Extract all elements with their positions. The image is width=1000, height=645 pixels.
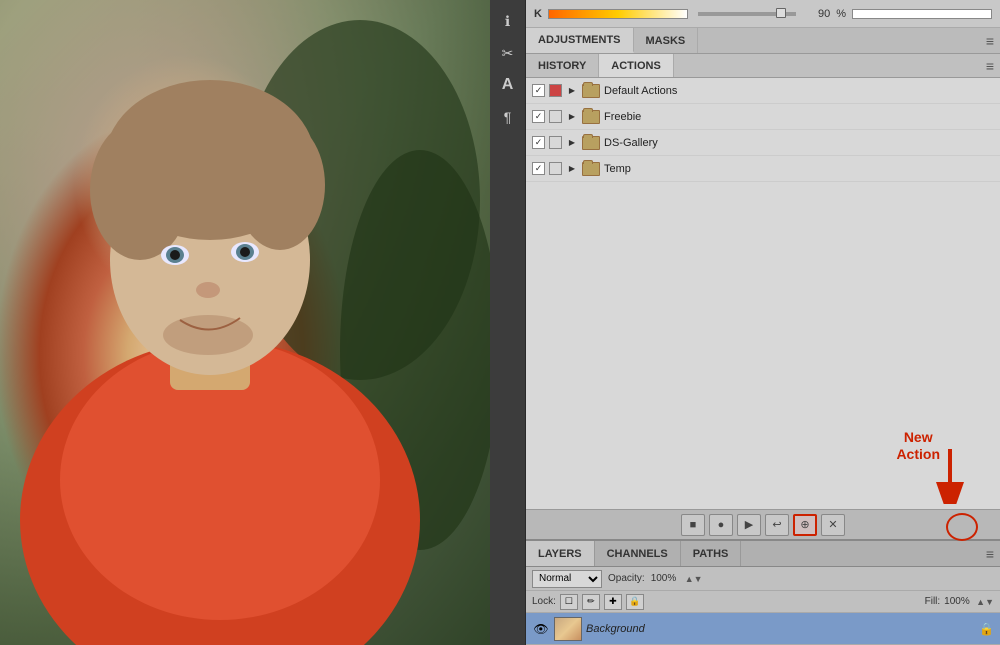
action-color-2 [549, 136, 562, 149]
select-tool-icon[interactable]: ✂ [495, 40, 521, 66]
stop-action-button[interactable]: ■ [681, 514, 705, 536]
type-tool-icon[interactable]: A [495, 72, 521, 98]
action-play-1[interactable]: ▶ [566, 111, 578, 123]
tab-masks[interactable]: MASKS [634, 28, 699, 53]
action-folder-0 [582, 84, 600, 98]
list-item[interactable]: ✓ ▶ Default Actions [526, 78, 1000, 104]
lock-transparent-button[interactable]: ☐ [560, 594, 578, 610]
opacity-value: 100% [651, 573, 679, 584]
history-actions-tabbar: HISTORY ACTIONS ≡ [526, 54, 1000, 78]
action-name-2: DS-Gallery [604, 137, 994, 149]
play-action-button[interactable]: ▶ [737, 514, 761, 536]
tab-actions[interactable]: ACTIONS [599, 54, 674, 77]
annotation-container: NewAction ■ ● ▶ ↩ ⊕ ✕ [526, 509, 1000, 539]
white-bar [852, 9, 992, 19]
k-label: K [534, 8, 542, 20]
action-check-3[interactable]: ✓ [532, 162, 545, 175]
action-folder-2 [582, 136, 600, 150]
k-slider-thumb[interactable] [776, 8, 786, 18]
person-illustration [0, 0, 490, 645]
tab-history[interactable]: HISTORY [526, 54, 599, 77]
action-check-2[interactable]: ✓ [532, 136, 545, 149]
layer-thumbnail [554, 617, 582, 641]
action-play-0[interactable]: ▶ [566, 85, 578, 97]
tab-paths[interactable]: PATHS [681, 541, 742, 566]
action-check-0[interactable]: ✓ [532, 84, 545, 97]
layer-visibility-toggle[interactable]: 👁 [532, 620, 550, 638]
layers-options-row: Normal Multiply Screen Opacity: 100% ▲▼ [526, 567, 1000, 591]
fill-arrows[interactable]: ▲▼ [976, 597, 994, 607]
delete-action-button[interactable]: ✕ [821, 514, 845, 536]
list-item[interactable]: ✓ ▶ Temp [526, 156, 1000, 182]
paragraph-tool-icon[interactable]: ¶ [495, 104, 521, 130]
layers-section: LAYERS CHANNELS PATHS ≡ Normal Multiply … [526, 539, 1000, 645]
actions-panel: ✓ ▶ Default Actions ✓ ▶ Freebie ✓ ▶ DS-G… [526, 78, 1000, 509]
toolbar-strip: ℹ ✂ A ¶ [490, 0, 526, 645]
record-action-button[interactable]: ● [709, 514, 733, 536]
opacity-arrows[interactable]: ▲▼ [685, 574, 703, 584]
list-item[interactable]: ✓ ▶ DS-Gallery [526, 130, 1000, 156]
info-tool-icon[interactable]: ℹ [495, 8, 521, 34]
k-value: 90 [806, 8, 830, 20]
blend-mode-select[interactable]: Normal Multiply Screen [532, 570, 602, 588]
fill-label: Fill: [925, 596, 941, 607]
list-item[interactable]: ✓ ▶ Freebie [526, 104, 1000, 130]
color-area: K 90 % [526, 0, 1000, 28]
action-name-0: Default Actions [604, 85, 994, 97]
percent-label: % [836, 8, 846, 20]
lock-image-button[interactable]: ✏ [582, 594, 600, 610]
opacity-label: Opacity: [608, 573, 645, 584]
photo-area [0, 0, 490, 645]
action-play-2[interactable]: ▶ [566, 137, 578, 149]
new-set-button[interactable]: ↩ [765, 514, 789, 536]
actions-toolbar: ■ ● ▶ ↩ ⊕ ✕ [526, 509, 1000, 539]
actions-empty-area [526, 182, 1000, 262]
layer-name: Background [586, 623, 975, 635]
adjustments-masks-tabbar: ADJUSTMENTS MASKS ≡ [526, 28, 1000, 54]
action-play-3[interactable]: ▶ [566, 163, 578, 175]
tab-adjustments[interactable]: ADJUSTMENTS [526, 28, 634, 53]
action-color-3 [549, 162, 562, 175]
tab-layers[interactable]: LAYERS [526, 541, 595, 566]
action-color-1 [549, 110, 562, 123]
action-name-1: Freebie [604, 111, 994, 123]
action-check-1[interactable]: ✓ [532, 110, 545, 123]
layers-panel-menu[interactable]: ≡ [980, 541, 1000, 566]
action-color-0 [549, 84, 562, 97]
action-folder-1 [582, 110, 600, 124]
right-panels: K 90 % ADJUSTMENTS MASKS ≡ HISTORY ACTIO… [526, 0, 1000, 645]
lock-position-button[interactable]: ✚ [604, 594, 622, 610]
lock-label: Lock: [532, 596, 556, 607]
layer-lock-icon: 🔒 [979, 622, 994, 636]
k-slider-track[interactable] [698, 12, 796, 16]
layer-row-background[interactable]: 👁 Background 🔒 [526, 613, 1000, 645]
fill-value: 100% [944, 596, 972, 607]
layers-tabs-row: LAYERS CHANNELS PATHS ≡ [526, 541, 1000, 567]
lock-row: Lock: ☐ ✏ ✚ 🔒 Fill: 100% ▲▼ [526, 591, 1000, 613]
action-folder-3 [582, 162, 600, 176]
adjustments-panel-menu[interactable]: ≡ [980, 28, 1000, 53]
color-gradient-bar [548, 9, 688, 19]
action-name-3: Temp [604, 163, 994, 175]
new-action-button[interactable]: ⊕ [793, 514, 817, 536]
actions-panel-menu[interactable]: ≡ [980, 54, 1000, 77]
tab-channels[interactable]: CHANNELS [595, 541, 681, 566]
lock-all-button[interactable]: 🔒 [626, 594, 644, 610]
